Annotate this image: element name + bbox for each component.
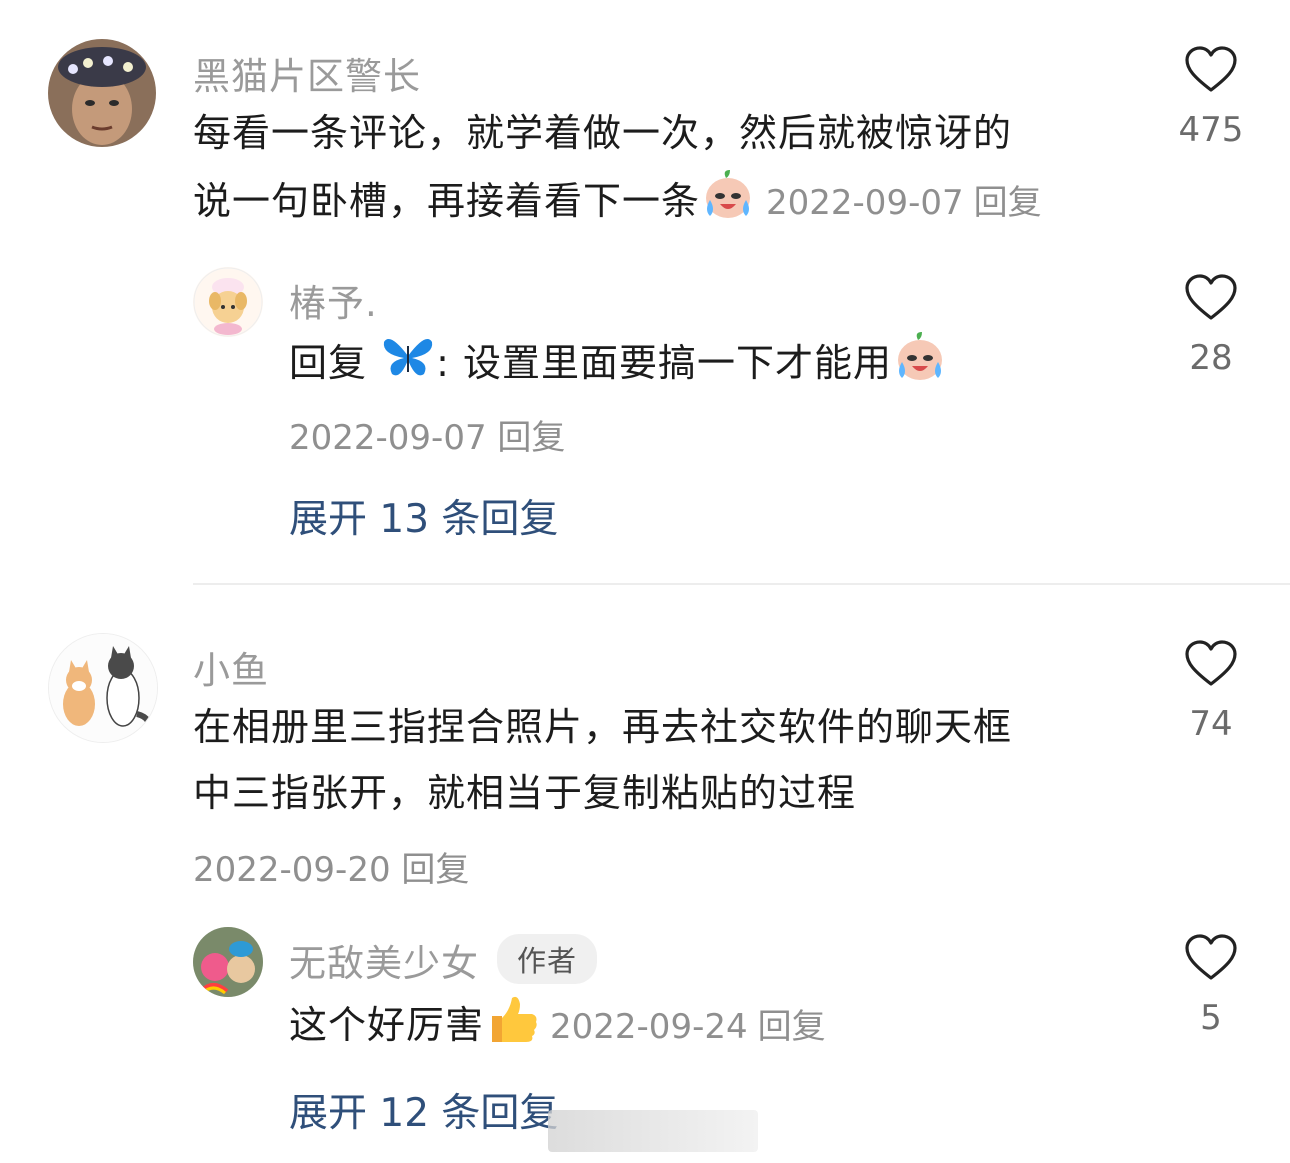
- avatar[interactable]: [48, 39, 156, 147]
- reply-date: 2022-09-07: [289, 418, 487, 458]
- reply-meta: 2022-09-07 回复: [289, 410, 565, 459]
- author-badge: 作者: [497, 934, 598, 984]
- like-button[interactable]: 28: [1161, 274, 1261, 378]
- comment-meta: 2022-09-20 回复: [193, 842, 469, 891]
- watermark: [548, 1110, 758, 1152]
- thumbs-up-icon: [484, 990, 540, 1046]
- heart-icon[interactable]: [1184, 274, 1238, 322]
- comment-text-line-2: 说一句卧槽，再接着看下一条: [193, 179, 701, 223]
- reply-body: 这个好厉害: [289, 1003, 485, 1047]
- reply-username[interactable]: 椿予.: [289, 273, 378, 327]
- comment-username[interactable]: 小鱼: [193, 640, 269, 694]
- comment-text: 在相册里三指捏合照片，再去社交软件的聊天框 中三指张开，就相当于复制粘贴的过程: [193, 694, 1153, 826]
- comment-text-line: 中三指张开，就相当于复制粘贴的过程: [193, 771, 857, 815]
- like-count: 74: [1189, 704, 1233, 744]
- comment-text-line: 在相册里三指捏合照片，再去社交软件的聊天框: [193, 705, 1013, 749]
- expand-replies-button[interactable]: 展开 13 条回复: [289, 488, 558, 544]
- reply-button[interactable]: 回复: [974, 183, 1042, 223]
- like-count: 28: [1189, 338, 1233, 378]
- crying-laughing-emoji-icon: [700, 166, 756, 222]
- reply-button[interactable]: 回复: [497, 418, 565, 458]
- reply-username-row: 无敌美少女 作者: [289, 933, 598, 987]
- comment-date: 2022-09-07: [766, 183, 964, 223]
- divider: [193, 583, 1290, 585]
- reply-text: 回复 : 设置里面要搞一下才能用: [289, 328, 1149, 396]
- heart-icon[interactable]: [1184, 46, 1238, 94]
- reply-body: : 设置里面要搞一下才能用: [436, 341, 892, 385]
- crying-laughing-emoji-icon: [892, 328, 948, 384]
- reply-date: 2022-09-24: [550, 1007, 748, 1047]
- comment-username[interactable]: 黑猫片区警长: [193, 46, 421, 100]
- reply-text: 这个好厉害 2022-09-24 回复: [289, 990, 1149, 1060]
- comment-text-line: 说一句卧槽，再接着看下一条 2022-09-07 回复: [193, 166, 1153, 236]
- like-button[interactable]: 5: [1161, 934, 1261, 1038]
- heart-icon[interactable]: [1184, 934, 1238, 982]
- like-button[interactable]: 74: [1161, 640, 1261, 744]
- expand-replies-button[interactable]: 展开 12 条回复: [289, 1082, 558, 1138]
- avatar[interactable]: [193, 927, 263, 997]
- like-count: 5: [1200, 998, 1222, 1038]
- reply-button[interactable]: 回复: [401, 850, 469, 890]
- like-button[interactable]: 475: [1161, 46, 1261, 150]
- comment-text-line: 每看一条评论，就学着做一次，然后就被惊讶的: [193, 111, 1013, 155]
- comment-date: 2022-09-20: [193, 850, 391, 890]
- butterfly-icon: [380, 328, 436, 384]
- reply-prefix: 回复: [289, 341, 368, 385]
- avatar[interactable]: [48, 633, 158, 743]
- reply-username[interactable]: 无敌美少女: [289, 942, 479, 985]
- heart-icon[interactable]: [1184, 640, 1238, 688]
- comment-text: 每看一条评论，就学着做一次，然后就被惊讶的 说一句卧槽，再接着看下一条 2022-…: [193, 100, 1153, 236]
- reply-button[interactable]: 回复: [758, 1007, 826, 1047]
- like-count: 475: [1178, 110, 1244, 150]
- avatar[interactable]: [193, 267, 263, 337]
